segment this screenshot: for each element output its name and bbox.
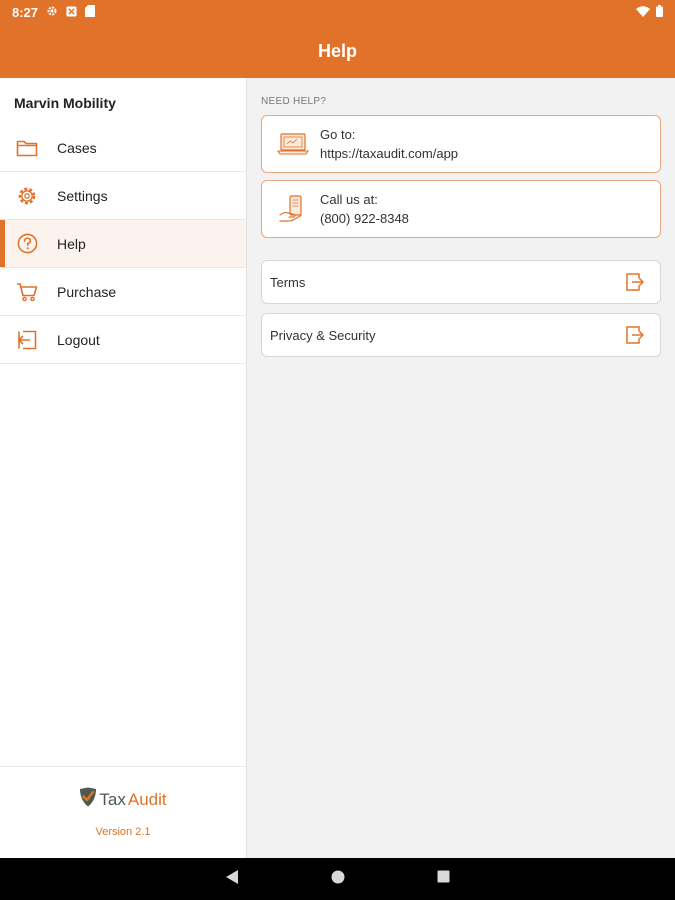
status-time: 8:27 xyxy=(12,4,39,20)
sidebar: Marvin Mobility Cases Settings Help Purc… xyxy=(0,78,247,858)
phone-card[interactable]: Call us at: (800) 922-8348 xyxy=(261,180,661,238)
recents-icon[interactable] xyxy=(437,870,450,888)
brand-logo: Tax Audit xyxy=(79,787,167,812)
sidebar-item-label: Purchase xyxy=(57,283,117,300)
phone-hand-icon xyxy=(276,192,310,226)
sidebar-item-label: Cases xyxy=(57,139,97,156)
logout-icon xyxy=(16,329,38,351)
version-label: Version 2.1 xyxy=(95,826,151,838)
gear-icon xyxy=(46,5,58,20)
system-nav-bar xyxy=(0,858,675,900)
sidebar-item-purchase[interactable]: Purchase xyxy=(0,268,246,316)
website-card[interactable]: Go to: https://taxaudit.com/app xyxy=(261,115,661,173)
help-circle-icon xyxy=(16,233,38,255)
home-icon[interactable] xyxy=(331,870,345,889)
wifi-icon xyxy=(636,5,650,20)
open-external-icon xyxy=(624,271,646,293)
sidebar-item-label: Settings xyxy=(57,187,108,204)
section-label: NEED HELP? xyxy=(261,96,327,107)
app-bar: Help xyxy=(0,24,675,78)
status-bar: 8:27 xyxy=(0,0,675,24)
laptop-icon xyxy=(276,127,310,161)
sidebar-item-cases[interactable]: Cases xyxy=(0,124,246,172)
folder-icon xyxy=(16,137,38,159)
brand-tax: Tax xyxy=(99,789,126,809)
help-content: NEED HELP? Go to: https://taxaudit.com/a… xyxy=(248,78,675,858)
privacy-label: Privacy & Security xyxy=(270,327,376,343)
brand-audit: Audit xyxy=(127,789,167,809)
sd-card-icon xyxy=(85,4,96,20)
sidebar-item-settings[interactable]: Settings xyxy=(0,172,246,220)
terms-link[interactable]: Terms xyxy=(261,260,661,304)
open-external-icon xyxy=(624,324,646,346)
sidebar-footer: Tax Audit Version 2.1 xyxy=(0,766,246,858)
cart-icon xyxy=(16,281,38,303)
sidebar-item-label: Help xyxy=(57,235,86,252)
back-icon[interactable] xyxy=(225,869,239,890)
terms-label: Terms xyxy=(270,274,306,290)
sidebar-item-label: Logout xyxy=(57,331,100,348)
phone-label: Call us at: xyxy=(320,192,378,207)
page-title: Help xyxy=(317,40,357,61)
notification-icon xyxy=(66,5,77,20)
phone-number[interactable]: (800) 922-8348 xyxy=(320,211,409,226)
gear-icon xyxy=(16,185,38,207)
website-label: Go to: xyxy=(320,127,356,142)
sidebar-item-logout[interactable]: Logout xyxy=(0,316,246,364)
sidebar-item-help[interactable]: Help xyxy=(0,220,246,268)
user-name: Marvin Mobility xyxy=(14,95,116,111)
shield-check-icon xyxy=(79,787,97,812)
privacy-security-link[interactable]: Privacy & Security xyxy=(261,313,661,357)
battery-icon xyxy=(656,4,663,20)
website-url[interactable]: https://taxaudit.com/app xyxy=(320,146,458,161)
